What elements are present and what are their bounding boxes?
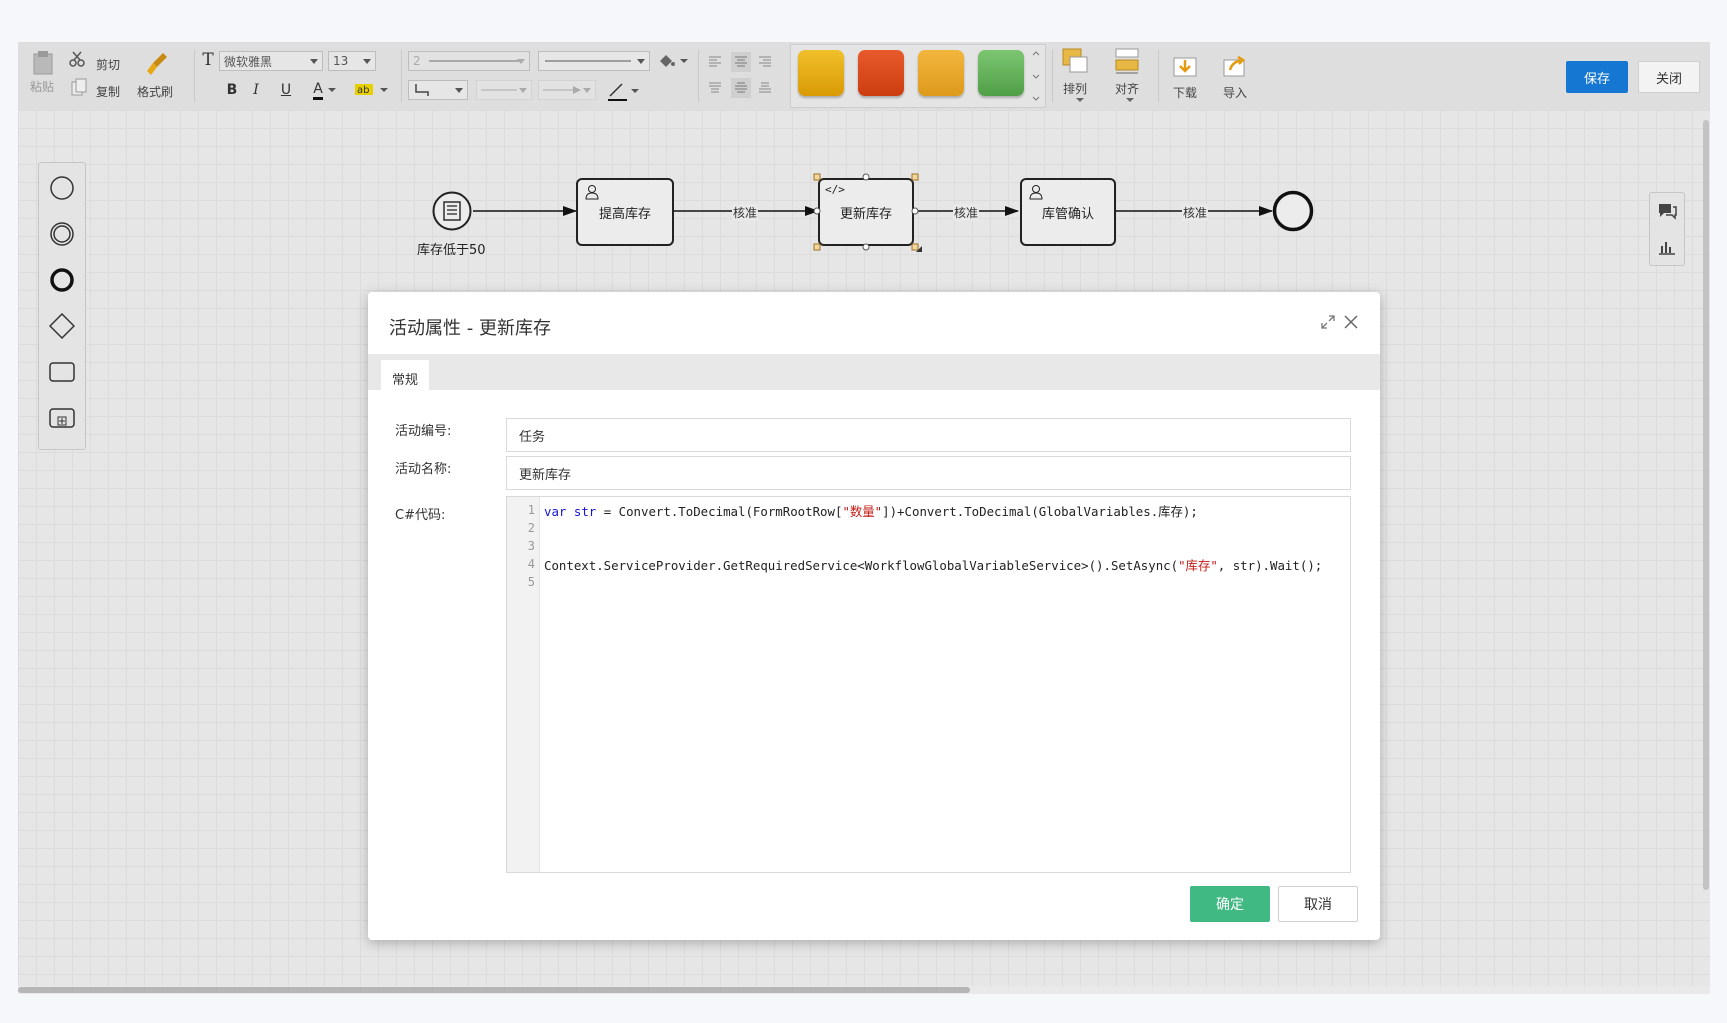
start-event-label: 库存低于50 [417,243,486,258]
vertical-scrollbar[interactable] [1702,110,1710,990]
line-number: 4 [527,557,535,571]
edge-label: 核准 [732,204,759,221]
csharp-code-editor[interactable]: 1 2 3 4 5 var str = Convert.ToDecimal(Fo… [506,496,1351,873]
horizontal-scrollbar[interactable] [18,986,1710,994]
task-label: 提高库存 [598,206,651,222]
end-event[interactable] [1272,190,1314,232]
tab-general[interactable]: 常规 [381,360,429,396]
subprocess-shape-icon[interactable] [49,405,75,431]
code-line-4: Context.ServiceProvider.GetRequiredServi… [544,556,1322,574]
task-stock-manager-confirm[interactable]: 库管确认 [1020,178,1116,246]
code-line-1: var str = Convert.ToDecimal(FormRootRow[… [544,502,1198,520]
keyword: var [544,504,567,519]
dialog-title: 活动属性 - 更新库存 [389,318,551,339]
cancel-button[interactable]: 取消 [1278,886,1358,922]
code-text: , str).Wait(); [1217,558,1323,573]
identifier: str [573,504,597,519]
line-number-gutter: 1 2 3 4 5 [507,497,540,872]
activity-id-input[interactable]: 任务 [506,418,1351,452]
activity-id-value: 任务 [519,429,546,445]
task-shape-icon[interactable] [49,359,75,385]
line-number: 3 [527,539,535,553]
maximize-icon[interactable] [1320,314,1336,330]
code-text: = Convert.ToDecimal(FormRootRow[ [596,504,843,519]
edge-label: 核准 [953,204,980,221]
task-label: 库管确认 [1041,206,1094,222]
line-number: 2 [527,521,535,535]
code-text: Context.ServiceProvider.GetRequiredServi… [544,558,1179,573]
confirm-button[interactable]: 确定 [1190,886,1270,922]
activity-properties-dialog: 活动属性 - 更新库存 常规 活动编号: 任务 活动名称: 更新库存 C#代码:… [368,292,1380,940]
dialog-tabs: 常规 [368,354,1380,396]
csharp-code-label: C#代码: [395,508,446,523]
user-icon [1029,185,1043,200]
edge-label: 核准 [1182,204,1209,221]
task-raise-stock[interactable]: 提高库存 [576,178,674,246]
user-icon [585,185,599,200]
line-number: 1 [527,503,535,517]
activity-name-value: 更新库存 [519,467,572,483]
line-number: 5 [527,575,535,589]
activity-name-label: 活动名称: [395,462,452,477]
code-text: ])+Convert.ToDecimal(GlobalVariables.库存)… [882,504,1198,519]
selection-handles[interactable] [812,172,922,254]
activity-name-input[interactable]: 更新库存 [506,456,1351,490]
string-literal: "数量" [842,504,883,519]
start-event[interactable] [432,191,472,231]
string-literal: "库存" [1178,558,1218,573]
activity-id-label: 活动编号: [395,424,452,439]
close-icon[interactable] [1342,313,1360,331]
